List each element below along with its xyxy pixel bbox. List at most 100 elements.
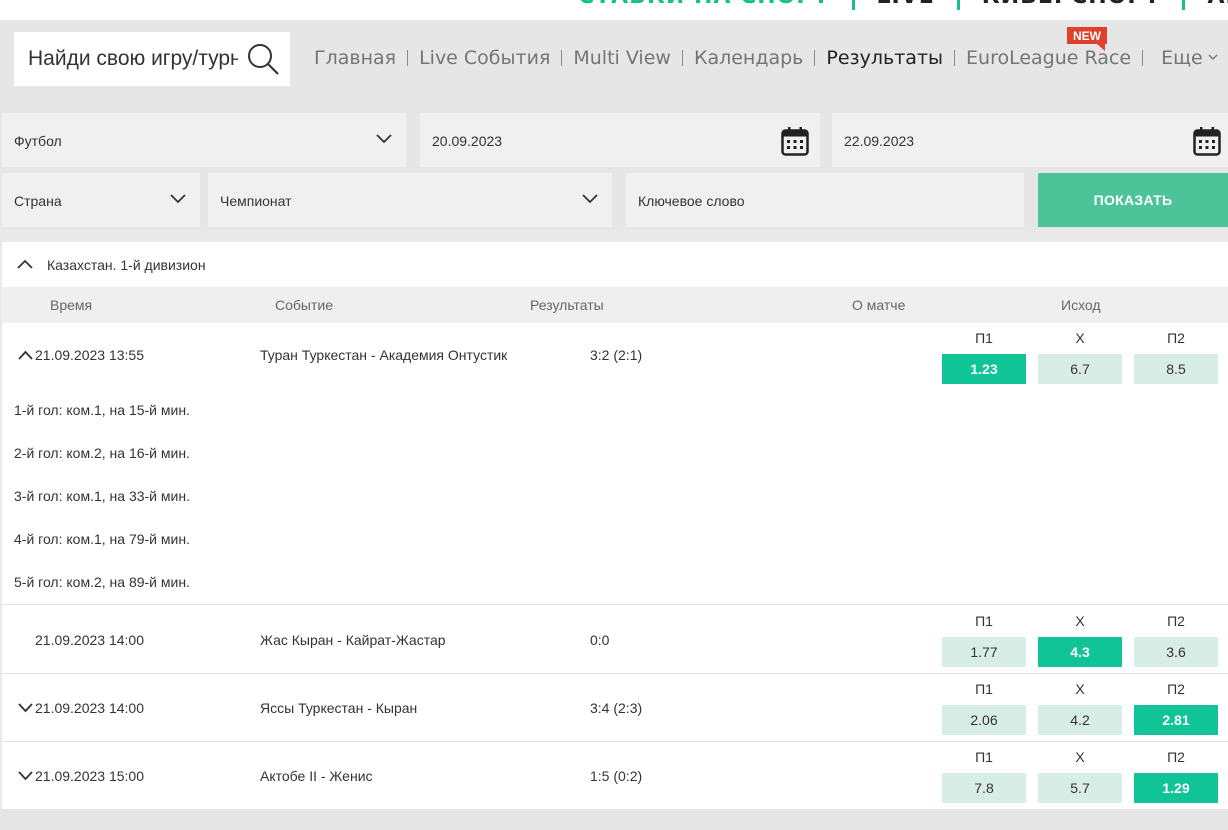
match-event[interactable]: Яссы Туркестан - Кыран: [260, 700, 417, 716]
top-nav-live[interactable]: LIVE: [877, 0, 935, 9]
match-score: 0:0: [590, 632, 610, 648]
menu-euroleague-race[interactable]: NEW EuroLeague Race: [966, 27, 1132, 70]
odds-label-p1: П1: [975, 681, 993, 697]
sport-select-value: Футбол: [14, 133, 62, 149]
menu-divider: [407, 50, 409, 66]
odd-p2[interactable]: 3.6: [1134, 637, 1218, 667]
menu-divider: [561, 50, 563, 66]
column-outcome: Исход: [1061, 297, 1101, 313]
goal-event: 4-й гол: ком.1, на 79-й мин.: [14, 531, 190, 547]
top-bar: СТАВКИ НА СПОРТ LIVE КИБЕРСПОРТ АКЦИИ: [0, 0, 1228, 20]
filter-area: Футбол 20.09.2023 22.09.2023 Страна Чемп…: [0, 110, 1228, 230]
championship-select-value: Чемпионат: [220, 193, 292, 209]
header: Главная Live События Multi View Календарь Ре…: [0, 20, 1228, 110]
match-event[interactable]: Туран Туркестан - Академия Онтустик: [260, 347, 507, 363]
odds-label-p1: П1: [975, 749, 993, 765]
top-nav-promotions[interactable]: АКЦИИ: [1207, 0, 1228, 9]
main-menu: Главная Live События Multi View Календарь Ре…: [314, 27, 1219, 70]
match-row: 21.09.2023 14:00 Яссы Туркестан - Кыран …: [2, 674, 1228, 742]
top-nav-esports[interactable]: КИБЕРСПОРТ: [982, 0, 1161, 9]
chevron-down-icon: [582, 194, 598, 204]
menu-divider: [814, 50, 816, 66]
match-time: 21.09.2023 15:00: [35, 768, 144, 784]
odds-label-p2: П2: [1167, 749, 1185, 765]
championship-select[interactable]: Чемпионат: [208, 173, 612, 227]
odd-x[interactable]: 4.2: [1038, 705, 1122, 735]
odd-p1[interactable]: 1.77: [942, 637, 1026, 667]
tournament-header[interactable]: Казахстан. 1-й дивизион: [2, 242, 1228, 287]
show-button[interactable]: ПОКАЗАТЬ: [1038, 173, 1228, 227]
match-score: 3:4 (2:3): [590, 700, 643, 716]
country-select[interactable]: Страна: [2, 173, 200, 227]
column-results: Результаты: [530, 297, 604, 313]
match-score: 1:5 (0:2): [590, 768, 643, 784]
chevron-down-icon: [1208, 54, 1218, 60]
tournament-title: Казахстан. 1-й дивизион: [47, 257, 206, 273]
results-panel: Казахстан. 1-й дивизион Время Событие Ре…: [2, 242, 1228, 809]
odds-label-p2: П2: [1167, 613, 1185, 629]
menu-euroleague-race-label: EuroLeague Race: [966, 47, 1132, 69]
search-input[interactable]: [28, 44, 238, 74]
search-icon[interactable]: [246, 42, 280, 76]
menu-home[interactable]: Главная: [314, 46, 396, 70]
goal-event: 3-й гол: ком.1, на 33-й мин.: [14, 488, 190, 504]
keyword-input[interactable]: Ключевое слово: [626, 173, 1024, 227]
country-select-value: Страна: [14, 193, 62, 209]
footer-strip: [0, 809, 1228, 830]
calendar-icon[interactable]: [1193, 126, 1221, 156]
chevron-up-icon[interactable]: [17, 350, 34, 361]
goal-event: 5-й гол: ком.2, на 89-й мин.: [14, 574, 190, 590]
column-about: О матче: [852, 297, 906, 313]
odds-label-p2: П2: [1167, 681, 1185, 697]
menu-results[interactable]: Результаты: [826, 46, 943, 70]
odd-p2[interactable]: 1.29: [1134, 773, 1218, 803]
match-event[interactable]: Актобе II - Женис: [260, 768, 373, 784]
odd-p2[interactable]: 8.5: [1134, 354, 1218, 384]
goal-event: 1-й гол: ком.1, на 15-й мин.: [14, 402, 190, 418]
match-row: 21.09.2023 15:00 Актобе II - Женис 1:5 (…: [2, 742, 1228, 809]
odd-x[interactable]: 6.7: [1038, 354, 1122, 384]
odd-p1[interactable]: 7.8: [942, 773, 1026, 803]
chevron-up-icon[interactable]: [16, 258, 34, 270]
chevron-down-icon: [170, 194, 186, 204]
odd-p1[interactable]: 2.06: [942, 705, 1026, 735]
top-nav-divider: [1182, 0, 1186, 10]
sport-select[interactable]: Футбол: [2, 113, 406, 167]
match-time: 21.09.2023 13:55: [35, 347, 144, 363]
top-nav-sports[interactable]: СТАВКИ НА СПОРТ: [578, 0, 830, 9]
menu-live-events[interactable]: Live События: [419, 46, 550, 70]
menu-divider: [681, 50, 683, 66]
odd-x[interactable]: 5.7: [1038, 773, 1122, 803]
odd-x[interactable]: 4.3: [1038, 637, 1122, 667]
odds-label-x: X: [1075, 749, 1085, 765]
odds-label-x: X: [1075, 613, 1085, 629]
match-score: 3:2 (2:1): [590, 347, 643, 363]
menu-calendar[interactable]: Календарь: [694, 46, 803, 70]
match-time: 21.09.2023 14:00: [35, 700, 144, 716]
menu-more[interactable]: Еще: [1161, 46, 1219, 70]
date-from-field[interactable]: 20.09.2023: [420, 113, 820, 167]
calendar-icon[interactable]: [781, 126, 809, 156]
odd-p1[interactable]: 1.23: [942, 354, 1026, 384]
chevron-down-icon[interactable]: [17, 702, 34, 713]
top-nav: СТАВКИ НА СПОРТ LIVE КИБЕРСПОРТ АКЦИИ: [578, 0, 1228, 10]
results-table-header: Время Событие Результаты О матче Исход: [2, 287, 1228, 323]
top-nav-divider: [851, 0, 855, 10]
odds-label-p2: П2: [1167, 330, 1185, 346]
chevron-down-icon[interactable]: [17, 770, 34, 781]
odds-label-p1: П1: [975, 330, 993, 346]
odd-p2[interactable]: 2.81: [1134, 705, 1218, 735]
match-event[interactable]: Жас Кыран - Кайрат-Жастар: [260, 632, 446, 648]
chevron-down-icon: [376, 134, 392, 144]
odds-label-p1: П1: [975, 613, 993, 629]
match-time: 21.09.2023 14:00: [35, 632, 144, 648]
goal-event: 2-й гол: ком.2, на 16-й мин.: [14, 445, 190, 461]
search-box: [14, 32, 290, 86]
menu-multi-view[interactable]: Multi View: [573, 46, 671, 70]
new-badge: NEW: [1067, 27, 1108, 51]
keyword-placeholder: Ключевое слово: [638, 193, 745, 209]
date-to-field[interactable]: 22.09.2023: [832, 113, 1228, 167]
top-nav-divider: [956, 0, 960, 10]
date-to-value: 22.09.2023: [844, 133, 915, 149]
date-from-value: 20.09.2023: [432, 133, 503, 149]
